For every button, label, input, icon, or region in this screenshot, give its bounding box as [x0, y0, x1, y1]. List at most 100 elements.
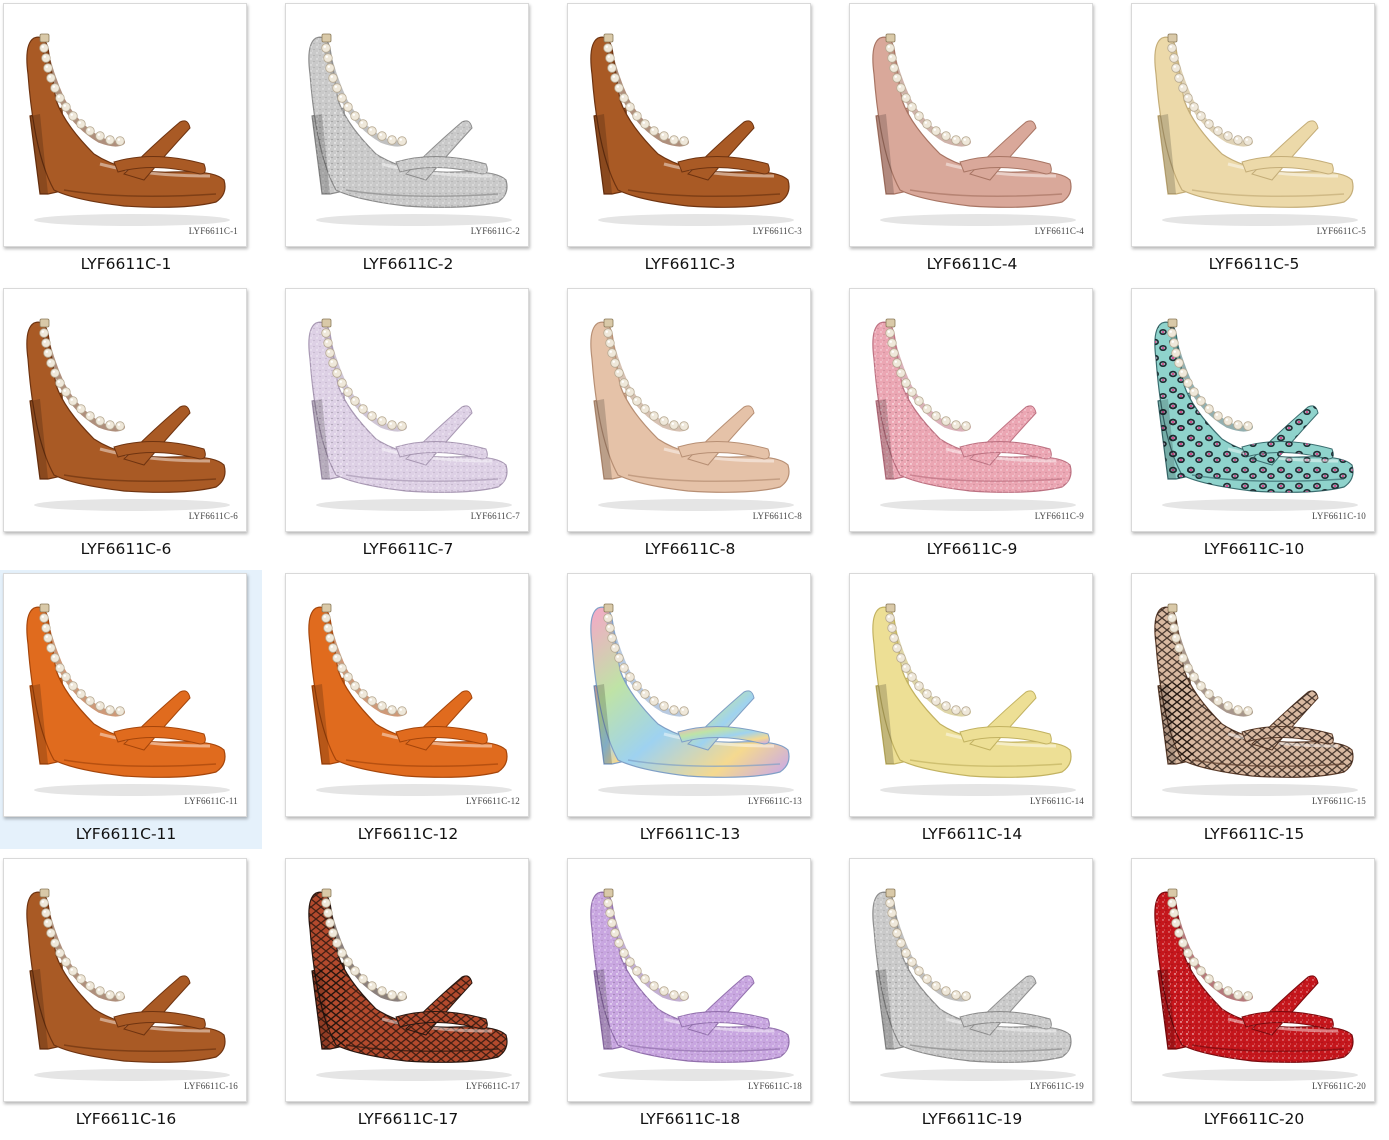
sandal-photo	[872, 888, 1076, 1081]
sandal-illustration	[590, 603, 794, 796]
image-model-tag: LYF6611C-1	[188, 226, 238, 236]
thumbnail-item[interactable]: LYF6611C-14 LYF6611C-14	[846, 570, 1108, 849]
file-name-label[interactable]: LYF6611C-20	[1128, 1110, 1380, 1128]
thumbnail-image[interactable]: LYF6611C-1	[3, 3, 247, 247]
thumbnail-image[interactable]: LYF6611C-3	[567, 3, 811, 247]
thumbnail-image[interactable]: LYF6611C-19	[849, 858, 1093, 1102]
sandal-illustration	[872, 888, 1076, 1081]
thumbnail-item[interactable]: LYF6611C-10 LYF6611C-10	[1128, 285, 1389, 564]
sandal-photo	[308, 318, 512, 511]
thumbnail-item[interactable]: LYF6611C-6 LYF6611C-6	[0, 285, 262, 564]
thumbnail-image[interactable]: LYF6611C-11	[3, 573, 247, 817]
thumbnail-image[interactable]: LYF6611C-2	[285, 3, 529, 247]
sandal-illustration	[26, 318, 230, 511]
sandal-illustration	[590, 318, 794, 511]
file-name-label[interactable]: LYF6611C-2	[282, 255, 534, 273]
sandal-illustration	[872, 33, 1076, 226]
file-name-label[interactable]: LYF6611C-12	[282, 825, 534, 843]
thumbnail-image[interactable]: LYF6611C-13	[567, 573, 811, 817]
sandal-photo	[590, 318, 794, 511]
image-model-tag: LYF6611C-16	[184, 1081, 238, 1091]
thumbnail-image[interactable]: LYF6611C-20	[1131, 858, 1375, 1102]
file-name-label[interactable]: LYF6611C-9	[846, 540, 1098, 558]
sandal-photo	[1154, 603, 1358, 796]
sandal-photo	[1154, 33, 1358, 226]
image-model-tag: LYF6611C-10	[1312, 511, 1366, 521]
sandal-illustration	[308, 603, 512, 796]
sandal-photo	[26, 318, 230, 511]
image-model-tag: LYF6611C-20	[1312, 1081, 1366, 1091]
file-name-label[interactable]: LYF6611C-18	[564, 1110, 816, 1128]
thumbnail-item[interactable]: LYF6611C-12 LYF6611C-12	[282, 570, 544, 849]
file-name-label[interactable]: LYF6611C-11	[0, 825, 252, 843]
thumbnail-item[interactable]: LYF6611C-11 LYF6611C-11	[0, 570, 262, 849]
image-model-tag: LYF6611C-14	[1030, 796, 1084, 806]
thumbnail-image[interactable]: LYF6611C-9	[849, 288, 1093, 532]
file-name-label[interactable]: LYF6611C-4	[846, 255, 1098, 273]
file-name-label[interactable]: LYF6611C-7	[282, 540, 534, 558]
file-name-label[interactable]: LYF6611C-1	[0, 255, 252, 273]
thumbnail-item[interactable]: LYF6611C-20 LYF6611C-20	[1128, 855, 1389, 1134]
thumbnail-image[interactable]: LYF6611C-18	[567, 858, 811, 1102]
file-name-label[interactable]: LYF6611C-19	[846, 1110, 1098, 1128]
thumbnail-item[interactable]: LYF6611C-13 LYF6611C-13	[564, 570, 826, 849]
thumbnail-item[interactable]: LYF6611C-19 LYF6611C-19	[846, 855, 1108, 1134]
image-model-tag: LYF6611C-8	[752, 511, 802, 521]
image-model-tag: LYF6611C-3	[752, 226, 802, 236]
thumbnail-image[interactable]: LYF6611C-4	[849, 3, 1093, 247]
sandal-illustration	[1154, 888, 1358, 1081]
image-model-tag: LYF6611C-6	[188, 511, 238, 521]
file-name-label[interactable]: LYF6611C-10	[1128, 540, 1380, 558]
thumbnail-item[interactable]: LYF6611C-2 LYF6611C-2	[282, 0, 544, 279]
thumbnail-image[interactable]: LYF6611C-16	[3, 858, 247, 1102]
file-name-label[interactable]: LYF6611C-15	[1128, 825, 1380, 843]
file-name-label[interactable]: LYF6611C-16	[0, 1110, 252, 1128]
sandal-photo	[26, 603, 230, 796]
image-model-tag: LYF6611C-4	[1034, 226, 1084, 236]
sandal-photo	[1154, 318, 1358, 511]
thumbnail-item[interactable]: LYF6611C-17 LYF6611C-17	[282, 855, 544, 1134]
thumbnail-image[interactable]: LYF6611C-10	[1131, 288, 1375, 532]
file-name-label[interactable]: LYF6611C-17	[282, 1110, 534, 1128]
thumbnail-item[interactable]: LYF6611C-16 LYF6611C-16	[0, 855, 262, 1134]
image-model-tag: LYF6611C-12	[466, 796, 520, 806]
image-model-tag: LYF6611C-13	[748, 796, 802, 806]
thumbnail-item[interactable]: LYF6611C-4 LYF6611C-4	[846, 0, 1108, 279]
sandal-photo	[26, 888, 230, 1081]
image-model-tag: LYF6611C-18	[748, 1081, 802, 1091]
thumbnail-item[interactable]: LYF6611C-7 LYF6611C-7	[282, 285, 544, 564]
thumbnail-item[interactable]: LYF6611C-15 LYF6611C-15	[1128, 570, 1389, 849]
image-model-tag: LYF6611C-2	[470, 226, 520, 236]
file-name-label[interactable]: LYF6611C-8	[564, 540, 816, 558]
thumbnail-item[interactable]: LYF6611C-1 LYF6611C-1	[0, 0, 262, 279]
sandal-illustration	[308, 888, 512, 1081]
thumbnail-item[interactable]: LYF6611C-18 LYF6611C-18	[564, 855, 826, 1134]
file-name-label[interactable]: LYF6611C-6	[0, 540, 252, 558]
thumbnail-image[interactable]: LYF6611C-6	[3, 288, 247, 532]
image-model-tag: LYF6611C-9	[1034, 511, 1084, 521]
thumbnail-image[interactable]: LYF6611C-15	[1131, 573, 1375, 817]
thumbnail-item[interactable]: LYF6611C-9 LYF6611C-9	[846, 285, 1108, 564]
thumbnail-item[interactable]: LYF6611C-5 LYF6611C-5	[1128, 0, 1389, 279]
sandal-photo	[590, 33, 794, 226]
sandal-illustration	[26, 603, 230, 796]
sandal-illustration	[308, 318, 512, 511]
file-name-label[interactable]: LYF6611C-3	[564, 255, 816, 273]
thumbnail-image[interactable]: LYF6611C-7	[285, 288, 529, 532]
sandal-photo	[1154, 888, 1358, 1081]
sandal-illustration	[590, 33, 794, 226]
image-model-tag: LYF6611C-19	[1030, 1081, 1084, 1091]
sandal-illustration	[872, 318, 1076, 511]
thumbnail-item[interactable]: LYF6611C-8 LYF6611C-8	[564, 285, 826, 564]
thumbnail-image[interactable]: LYF6611C-12	[285, 573, 529, 817]
thumbnail-image[interactable]: LYF6611C-17	[285, 858, 529, 1102]
file-name-label[interactable]: LYF6611C-13	[564, 825, 816, 843]
thumbnail-item[interactable]: LYF6611C-3 LYF6611C-3	[564, 0, 826, 279]
image-model-tag: LYF6611C-11	[184, 796, 238, 806]
thumbnail-image[interactable]: LYF6611C-14	[849, 573, 1093, 817]
thumbnail-image[interactable]: LYF6611C-8	[567, 288, 811, 532]
file-name-label[interactable]: LYF6611C-14	[846, 825, 1098, 843]
sandal-illustration	[1154, 603, 1358, 796]
file-name-label[interactable]: LYF6611C-5	[1128, 255, 1380, 273]
thumbnail-image[interactable]: LYF6611C-5	[1131, 3, 1375, 247]
